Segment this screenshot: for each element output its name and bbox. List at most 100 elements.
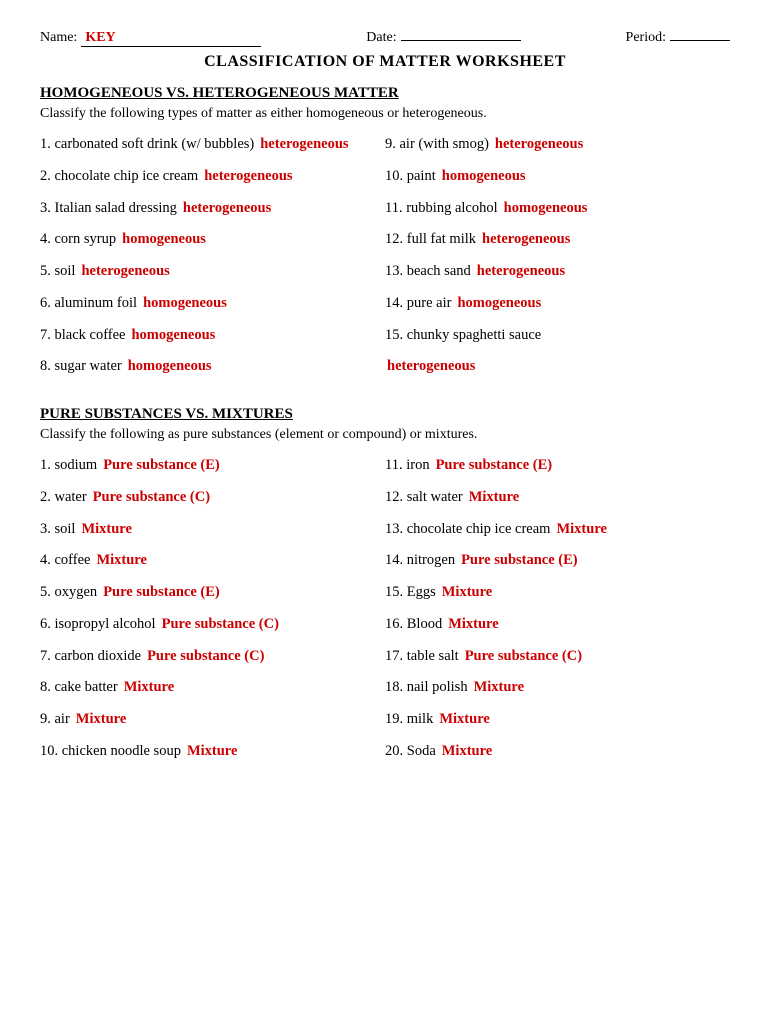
item-text: 7. carbon dioxide [40, 646, 141, 668]
item-answer: heterogeneous [204, 166, 292, 188]
item-text: 8. sugar water [40, 356, 122, 378]
item-answer: homogeneous [143, 293, 227, 315]
item-answer: homogeneous [442, 166, 526, 188]
item-answer: homogeneous [457, 293, 541, 315]
list-item: 9. air Mixture [40, 709, 385, 731]
section2-title: PURE SUBSTANCES VS. MIXTURES [40, 406, 730, 423]
item-answer: heterogeneous [482, 229, 570, 251]
item-text: 19. milk [385, 709, 433, 731]
item-text: 13. beach sand [385, 261, 471, 283]
list-item: 16. Blood Mixture [385, 614, 730, 636]
list-item: 2. waterPure substance (C) [40, 487, 385, 509]
list-item: 4. corn syruphomogeneous [40, 229, 385, 251]
list-item: 14. nitrogen Pure substance (E) [385, 550, 730, 572]
list-item: 20. Soda Mixture [385, 741, 730, 763]
header: Name: KEY Date: Period: [40, 30, 730, 47]
list-item: 13. beach sandheterogeneous [385, 261, 730, 283]
section2-instruction: Classify the following as pure substance… [40, 427, 730, 443]
name-value: KEY [81, 30, 261, 47]
item-text: 15. Eggs [385, 582, 436, 604]
item-text: 20. Soda [385, 741, 436, 763]
item-answer: Pure substance (E) [461, 550, 578, 572]
page-title: CLASSIFICATION OF MATTER WORKSHEET [40, 53, 730, 71]
item-text: 4. coffee [40, 550, 90, 572]
item-answer: Pure substance (C) [147, 646, 264, 668]
item-answer: heterogeneous [183, 198, 271, 220]
list-item: 10. paint homogeneous [385, 166, 730, 188]
item-answer: Mixture [96, 550, 146, 572]
item-answer: Mixture [76, 709, 126, 731]
item-text: 1. carbonated soft drink (w/ bubbles) [40, 134, 254, 156]
item-text: 6. isopropyl alcohol [40, 614, 156, 636]
section1-grid: 1. carbonated soft drink (w/ bubbles) het… [40, 134, 730, 388]
item-answer: homogeneous [122, 229, 206, 251]
list-item: 5. oxygen Pure substance (E) [40, 582, 385, 604]
item-answer: Pure substance (E) [436, 455, 553, 477]
item-text: 14. nitrogen [385, 550, 455, 572]
list-item: 11. rubbing alcoholhomogeneous [385, 198, 730, 220]
item-text: 17. table salt [385, 646, 459, 668]
item-answer: homogeneous [131, 325, 215, 347]
item-text: 6. aluminum foil [40, 293, 137, 315]
item-answer: Pure substance (C) [162, 614, 279, 636]
item-answer: Mixture [442, 741, 492, 763]
list-item: 12. salt water Mixture [385, 487, 730, 509]
list-item: 7. carbon dioxide Pure substance (C) [40, 646, 385, 668]
list-item: heterogeneous [385, 356, 730, 378]
date-value [401, 40, 521, 41]
item-answer: Mixture [124, 677, 174, 699]
section1-right: 9. air (with smog) heterogeneous 10. paint… [385, 134, 730, 388]
item-text: 14. pure air [385, 293, 451, 315]
section1-title: HOMOGENEOUS VS. HETEROGENEOUS MATTER [40, 85, 730, 102]
list-item: 15. chunky spaghetti sauce [385, 325, 730, 347]
list-item: 8. cake batterMixture [40, 677, 385, 699]
list-item: 3. Italian salad dressing heterogeneous [40, 198, 385, 220]
list-item: 18. nail polishMixture [385, 677, 730, 699]
item-text: 12. full fat milk [385, 229, 476, 251]
list-item: 11. iron Pure substance (E) [385, 455, 730, 477]
list-item: 1. sodium Pure substance (E) [40, 455, 385, 477]
period-label: Period: [626, 30, 666, 46]
list-item: 9. air (with smog) heterogeneous [385, 134, 730, 156]
section1-left: 1. carbonated soft drink (w/ bubbles) het… [40, 134, 385, 388]
name-field: Name: KEY [40, 30, 261, 47]
date-label: Date: [366, 30, 396, 46]
period-field: Period: [626, 30, 730, 46]
item-answer: heterogeneous [495, 134, 583, 156]
list-item: 7. black coffeehomogeneous [40, 325, 385, 347]
list-item: 17. table saltPure substance (C) [385, 646, 730, 668]
item-text: 10. paint [385, 166, 436, 188]
item-text: 15. chunky spaghetti sauce [385, 325, 541, 347]
date-field: Date: [366, 30, 520, 46]
item-text: 5. oxygen [40, 582, 97, 604]
item-answer: Mixture [442, 582, 492, 604]
item-answer: homogeneous [128, 356, 212, 378]
section2-grid: 1. sodium Pure substance (E) 2. waterPure … [40, 455, 730, 773]
item-text: 16. Blood [385, 614, 442, 636]
item-answer: Pure substance (C) [93, 487, 210, 509]
item-answer: Mixture [448, 614, 498, 636]
section2-right: 11. iron Pure substance (E) 12. salt water… [385, 455, 730, 773]
item-text: 10. chicken noodle soup [40, 741, 181, 763]
item-text: 9. air [40, 709, 70, 731]
list-item: 13. chocolate chip ice creamMixture [385, 519, 730, 541]
list-item: 6. aluminum foil homogeneous [40, 293, 385, 315]
item-text: 12. salt water [385, 487, 463, 509]
list-item: 8. sugar water homogeneous [40, 356, 385, 378]
item-answer: Mixture [469, 487, 519, 509]
list-item: 1. carbonated soft drink (w/ bubbles) het… [40, 134, 385, 156]
list-item: 12. full fat milk heterogeneous [385, 229, 730, 251]
section2-left: 1. sodium Pure substance (E) 2. waterPure … [40, 455, 385, 773]
list-item: 2. chocolate chip ice creamheterogeneous [40, 166, 385, 188]
list-item: 6. isopropyl alcohol Pure substance (C) [40, 614, 385, 636]
item-text: 1. sodium [40, 455, 97, 477]
item-text: 9. air (with smog) [385, 134, 489, 156]
item-answer: heterogeneous [387, 356, 475, 378]
item-answer: homogeneous [504, 198, 588, 220]
item-answer: Mixture [187, 741, 237, 763]
item-answer: Pure substance (E) [103, 455, 220, 477]
item-text: 11. iron [385, 455, 430, 477]
item-answer: heterogeneous [260, 134, 348, 156]
item-text: 3. Italian salad dressing [40, 198, 177, 220]
item-answer: Pure substance (E) [103, 582, 220, 604]
